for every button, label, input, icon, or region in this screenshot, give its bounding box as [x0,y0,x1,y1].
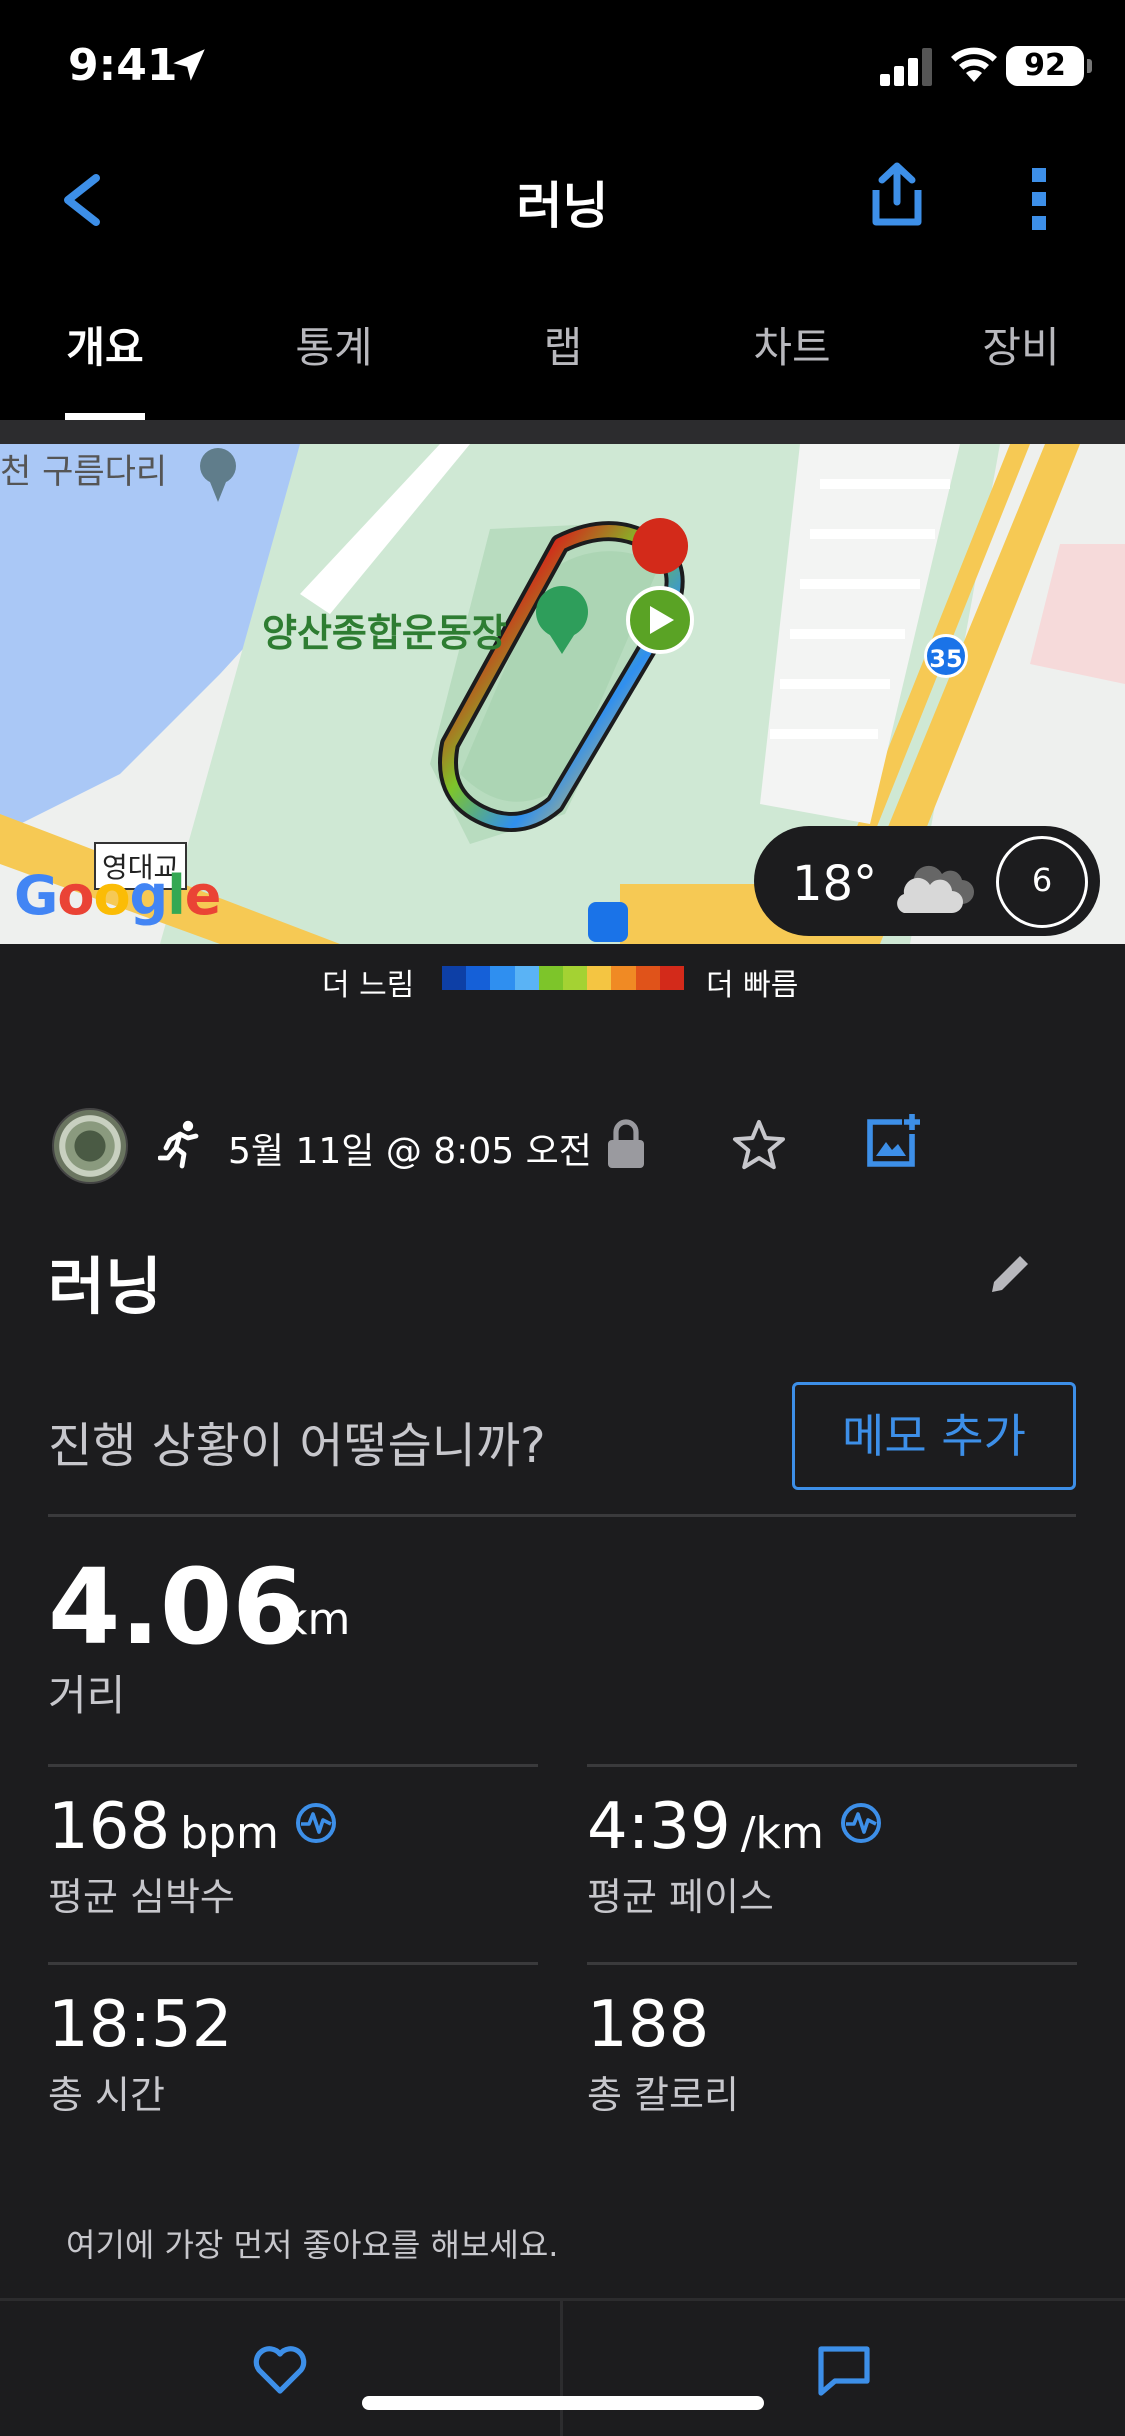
pace-scale-swatch [442,966,467,990]
section-gap [0,420,1125,444]
tab-gear[interactable]: 장비 [941,314,1101,375]
heart-icon [253,2346,307,2394]
legend-fast-label: 더 빠름 [706,968,799,1003]
wifi-icon [951,47,997,82]
lock-icon[interactable] [606,1118,646,1170]
pace-color-scale [442,966,685,990]
google-attribution: Google [14,864,221,927]
bottom-action-bar [0,2298,1125,2436]
location-arrow-icon [173,49,205,81]
tab-laps[interactable]: 랩 [483,314,643,375]
tab-charts[interactable]: 차트 [712,314,872,375]
pace-scale-swatch [587,966,612,990]
pace-scale-swatch [514,966,539,990]
avg-pace-value: 4:39 [587,1790,731,1864]
total-time-stat: 18:52 총 시간 [48,1988,548,2117]
weather-temperature: 18° [792,856,878,912]
avg-heart-rate-stat: 168 bpm 평균 심박수 [48,1790,548,1919]
star-icon[interactable] [732,1118,786,1172]
avg-pace-unit: /km [740,1808,824,1859]
add-memo-button[interactable]: 메모 추가 [792,1382,1076,1490]
home-indicator [362,2396,764,2410]
avg-heart-rate-label: 평균 심박수 [48,1875,235,1919]
pace-legend: 더 느림 더 빠름 [0,944,1125,1014]
pace-scale-swatch [563,966,588,990]
comment-icon [818,2346,870,2396]
pace-scale-swatch [635,966,660,990]
avg-heart-rate-unit: bpm [180,1808,279,1859]
add-photo-icon[interactable] [864,1112,922,1170]
heart-rate-sensor-icon [295,1803,336,1843]
pace-scale-swatch [611,966,636,990]
tab-bar: 개요 통계 랩 차트 장비 [0,258,1125,420]
status-bar: 9:41 92 [0,0,1125,136]
total-calories-stat: 188 총 칼로리 [587,1988,1087,2117]
divider [48,1962,538,1965]
status-time: 9:41 [68,40,178,91]
back-chevron-icon[interactable] [56,172,106,228]
pace-scale-swatch [659,966,685,990]
pace-sensor-icon [840,1803,881,1843]
total-calories-value: 188 [587,1988,710,2062]
activity-title: 러닝 [48,1250,163,1323]
pace-scale-swatch [490,966,515,990]
tab-stats[interactable]: 통계 [254,314,414,375]
distance-value: 4.06 [48,1546,305,1668]
divider [48,1514,1076,1517]
total-time-value: 18:52 [48,1988,233,2062]
tab-overview[interactable]: 개요 [25,314,185,375]
avatar[interactable] [52,1108,128,1184]
distance-label: 거리 [48,1671,126,1720]
pace-scale-swatch [466,966,491,990]
share-icon[interactable] [866,162,928,228]
avg-pace-label: 평균 페이스 [587,1875,774,1919]
wind-speed: 6 [1031,861,1053,899]
like-button[interactable] [0,2301,560,2436]
map-label-bridge: 천 구름다리 [0,452,168,492]
nav-bar: 러닝 [0,136,1125,258]
activity-date: 5월 11일 @ 8:05 오전 [228,1131,592,1172]
edit-pencil-icon[interactable] [988,1250,1034,1296]
avg-pace-stat: 4:39/km 평균 페이스 [587,1790,1087,1919]
progress-prompt: 진행 상황이 어떻습니까? [48,1418,546,1474]
like-prompt: 여기에 가장 먼저 좋아요를 해보세요. [66,2226,559,2264]
divider [587,1764,1077,1767]
active-tab-indicator [65,413,145,420]
running-activity-icon [158,1120,199,1169]
total-calories-label: 총 칼로리 [587,2073,739,2117]
divider [48,1764,538,1767]
page-title: 러닝 [516,177,609,235]
weather-widget[interactable]: 18° 6 [754,826,1100,936]
map-label-stadium: 양산종합운동장 [262,611,507,655]
route-number-badge: 35 [924,634,968,678]
avg-heart-rate-value: 168 [48,1790,171,1864]
comment-button[interactable] [563,2301,1125,2436]
battery-indicator: 92 [1006,46,1092,86]
total-time-label: 총 시간 [48,2073,165,2117]
activity-meta-row: 5월 11일 @ 8:05 오전 [0,1100,1125,1190]
wind-indicator: 6 [996,836,1088,928]
cellular-signal-icon [880,48,932,86]
more-options-icon[interactable] [1024,166,1054,232]
pace-scale-swatch [538,966,564,990]
legend-slow-label: 더 느림 [322,968,415,1003]
bus-stop-icon [588,902,628,942]
divider [587,1962,1077,1965]
cloud-icon [897,865,974,913]
distance-unit: km [282,1594,351,1645]
